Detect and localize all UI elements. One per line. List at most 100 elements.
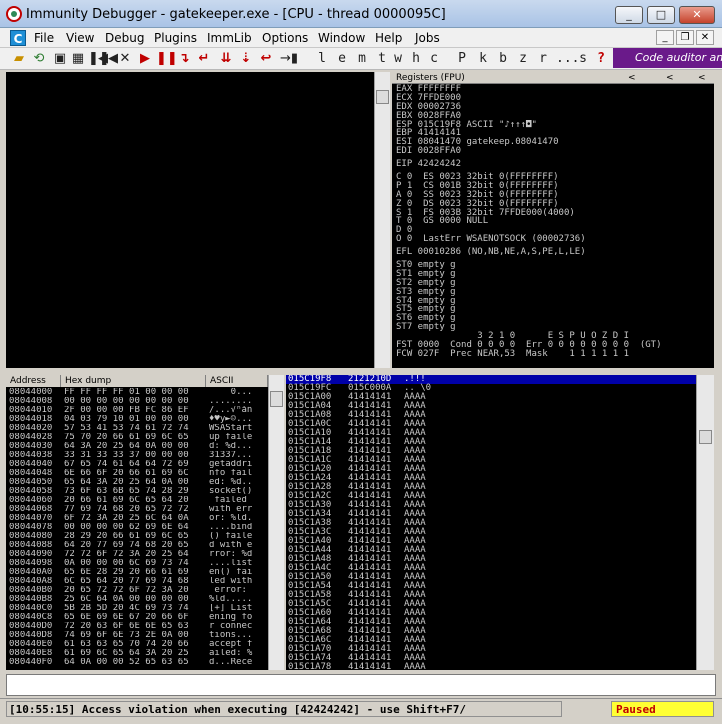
disassembly-scroll-thumb[interactable]	[376, 90, 389, 104]
dump-row[interactable]: 080440B0 20 65 72 72 6F 72 3A 20 error:	[9, 586, 267, 595]
dump-row[interactable]: 08044058 73 6F 63 6B 65 74 28 29 socket()	[9, 487, 267, 496]
menu-debug[interactable]: Debug	[105, 31, 144, 45]
menu-help[interactable]: Help	[375, 31, 402, 45]
dump-row[interactable]: 08044000 FF FF FF FF 01 00 00 00 0...	[9, 388, 267, 397]
dump-row[interactable]: 08044078 00 00 00 00 62 69 6E 64 ....bind	[9, 523, 267, 532]
log-window-button[interactable]: l	[316, 50, 328, 67]
dump-row[interactable]: 080440A0 65 6E 28 29 20 66 61 69 en() fai	[9, 568, 267, 577]
registers-nav-prev[interactable]: <	[628, 72, 636, 84]
rewind-icon[interactable]: ◀◀	[98, 50, 118, 67]
go-to-icon[interactable]: →▮	[280, 50, 298, 67]
dump-header-hex[interactable]: Hex dump	[61, 375, 206, 387]
stack-scroll-thumb[interactable]	[699, 430, 712, 444]
register-line[interactable]: T 0 GS 0000 NULL	[396, 217, 712, 226]
animate-into-icon[interactable]: ⇊	[218, 50, 234, 67]
dump-row[interactable]: 08044010 2F 00 00 00 FB FC 86 EF /...√ⁿåñ	[9, 406, 267, 415]
dump-row[interactable]: 08044090 72 72 6F 72 3A 20 25 64 rror: %d	[9, 550, 267, 559]
registers-pane[interactable]: Registers (FPU) < < < EAX FFFFFFFF ECX 7F…	[392, 72, 714, 368]
menu-window[interactable]: Window	[318, 31, 365, 45]
restart-icon[interactable]: ⟲	[30, 50, 48, 67]
run-trace-window-button[interactable]: ...	[556, 50, 579, 67]
memory-window-button[interactable]: m	[356, 50, 368, 67]
dump-row[interactable]: 08044008 00 00 00 00 00 00 00 00........	[9, 397, 267, 406]
dump-header-address[interactable]: Address	[6, 375, 61, 387]
dump-row[interactable]: 08044030 64 3A 20 25 64 0A 00 00 d: %d...	[9, 442, 267, 451]
stack-row[interactable]: 015C1A78 41414141 AAAA	[286, 663, 696, 671]
dump-row[interactable]: 08044060 20 66 61 69 6C 65 64 20 failed	[9, 496, 267, 505]
maximize-button[interactable]: □	[647, 6, 675, 24]
dump-scroll-thumb[interactable]	[270, 391, 283, 407]
attach-icon[interactable]: ▦	[70, 50, 86, 67]
menu-file[interactable]: File	[34, 31, 54, 45]
register-line[interactable]: O 0 LastErr WSAENOTSOCK (00002736)	[396, 235, 712, 244]
disassembly-scrollbar[interactable]	[374, 72, 390, 368]
references-window-button[interactable]: r	[537, 50, 549, 67]
registers-title[interactable]: Registers (FPU)	[396, 72, 465, 84]
dump-row[interactable]: 080440F0 64 0A 00 00 52 65 63 65 d...Rece	[9, 658, 267, 667]
mdi-close-button[interactable]: ✕	[696, 30, 714, 45]
menu-options[interactable]: Options	[262, 31, 308, 45]
register-line[interactable]: EDI 0028FFA0	[396, 147, 712, 156]
help-button[interactable]: ?	[595, 50, 607, 67]
dump-row[interactable]: 08044088 64 20 77 69 74 68 20 65 d with e	[9, 541, 267, 550]
animate-over-icon[interactable]: ⇣	[238, 50, 254, 67]
step-into-icon[interactable]: ↴	[176, 50, 192, 67]
dump-row[interactable]: 08044080 28 29 20 66 61 69 6C 65 () faile	[9, 532, 267, 541]
stop-icon[interactable]: ✕	[118, 50, 132, 67]
stack-scrollbar[interactable]	[696, 375, 714, 670]
close-button[interactable]: ✕	[679, 6, 715, 24]
dump-row[interactable]: 080440D0 72 20 63 6F 6E 6E 65 63 r connec	[9, 622, 267, 631]
command-input[interactable]	[6, 674, 716, 696]
menu-plugins[interactable]: Plugins	[154, 31, 197, 45]
cpu-window-button[interactable]: c	[428, 50, 440, 67]
hw-breakpoints-window-button[interactable]: z	[517, 50, 529, 67]
register-line[interactable]: EFL 00010286 (NO,NB,NE,A,S,PE,L,LE)	[396, 248, 712, 257]
dump-row[interactable]: 08044038 33 31 33 33 37 00 00 00 31337...	[9, 451, 267, 460]
modules-window-button[interactable]: e	[336, 50, 348, 67]
menu-immlib[interactable]: ImmLib	[207, 31, 252, 45]
pause-icon[interactable]: ❚❚	[156, 50, 178, 67]
windows-window-button[interactable]: w	[392, 50, 404, 67]
dump-row[interactable]: 08044018 04 03 79 10 01 00 00 00 ♦♥y►☺...	[9, 415, 267, 424]
dump-row[interactable]: 08044050 65 64 3A 20 25 64 0A 00 ed: %d..	[9, 478, 267, 487]
minimize-button[interactable]: _	[615, 6, 643, 24]
execute-till-return-icon[interactable]: ↩	[258, 50, 274, 67]
source-window-button[interactable]: s	[577, 50, 589, 67]
handles-window-button[interactable]: h	[410, 50, 422, 67]
dump-row[interactable]: 08044028 75 70 20 66 61 69 6C 65 up faile	[9, 433, 267, 442]
dump-scrollbar[interactable]	[268, 375, 284, 670]
cpu-window-icon[interactable]: C	[10, 30, 26, 46]
dump-row[interactable]: 08044020 57 53 41 53 74 61 72 74 WSAStart	[9, 424, 267, 433]
step-over-icon[interactable]: ↵	[196, 50, 212, 67]
dump-row[interactable]: 08044068 77 69 74 68 20 65 72 72 with err	[9, 505, 267, 514]
registers-nav-prev-2[interactable]: <	[666, 72, 674, 84]
patches-window-button[interactable]: P	[456, 50, 468, 67]
open-folder-icon[interactable]: ▰	[10, 50, 28, 67]
dump-row[interactable]: 08044070 6F 72 3A 20 25 6C 64 0A or: %ld.	[9, 514, 267, 523]
dump-row[interactable]: 08044048 6E 66 6F 20 66 61 69 6C nfo fail	[9, 469, 267, 478]
dump-row[interactable]: 08044098 0A 00 00 00 6C 69 73 74 ....list	[9, 559, 267, 568]
dump-row[interactable]: 080440B8 25 6C 64 0A 00 00 00 00 %ld.....	[9, 595, 267, 604]
dump-pane[interactable]: Address Hex dump ASCII 08044000 FF FF FF …	[6, 375, 268, 670]
dump-row[interactable]: 080440C8 65 6E 69 6E 67 20 66 6F ening fo	[9, 613, 267, 622]
mdi-restore-button[interactable]: ❐	[676, 30, 694, 45]
menu-view[interactable]: View	[66, 31, 94, 45]
dump-row[interactable]: 080440A8 6C 65 64 20 77 69 74 68 led with	[9, 577, 267, 586]
close-process-icon[interactable]: ▣	[52, 50, 68, 67]
mdi-minimize-button[interactable]: _	[656, 30, 674, 45]
menu-jobs[interactable]: Jobs	[415, 31, 440, 45]
register-line[interactable]: FCW 027F Prec NEAR,53 Mask 1 1 1 1 1 1	[396, 349, 712, 359]
run-icon[interactable]: ▶	[138, 50, 152, 67]
call-stack-window-button[interactable]: k	[477, 50, 489, 67]
registers-nav-prev-3[interactable]: <	[698, 72, 706, 84]
code-auditor-banner[interactable]: Code auditor an	[613, 48, 722, 68]
threads-window-button[interactable]: t	[376, 50, 388, 67]
dump-row[interactable]: 080440E8 61 69 6C 65 64 3A 20 25 ailed: %	[9, 649, 267, 658]
dump-header-ascii[interactable]: ASCII	[206, 375, 268, 387]
dump-row[interactable]: 080440E0 61 63 63 65 70 74 20 66 accept f	[9, 640, 267, 649]
dump-row[interactable]: 08044040 67 65 74 61 64 64 72 69 getaddri	[9, 460, 267, 469]
disassembly-pane[interactable]	[6, 72, 374, 368]
breakpoints-window-button[interactable]: b	[497, 50, 509, 67]
stack-pane[interactable]: 015C19F8 2121210D.!!! 015C19FC 015C000A.. \…	[286, 375, 696, 670]
dump-row[interactable]: 080440C0 5B 2B 5D 20 4C 69 73 74 [+] List	[9, 604, 267, 613]
